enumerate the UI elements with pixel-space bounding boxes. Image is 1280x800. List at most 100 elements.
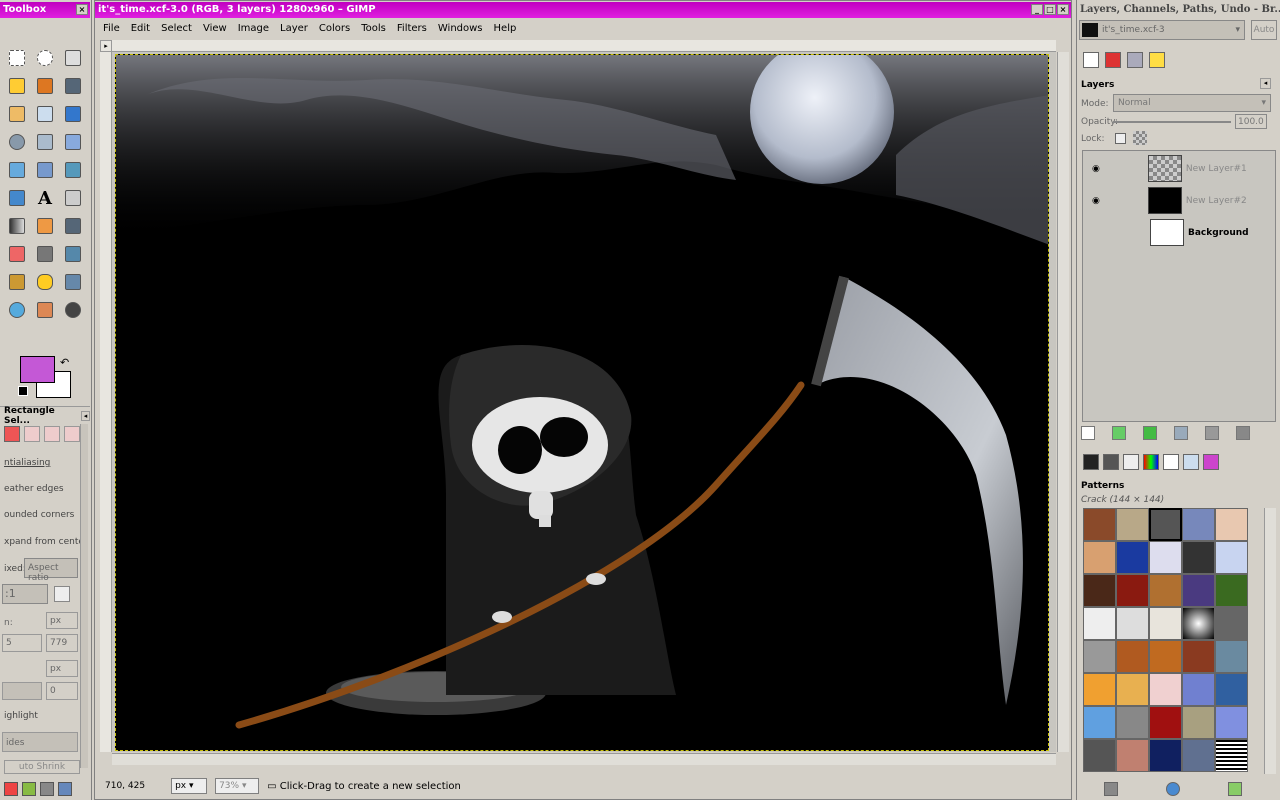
text-tool[interactable]: A <box>31 184 59 212</box>
delete-pattern-icon[interactable] <box>1104 782 1118 796</box>
foreground-color-swatch[interactable] <box>20 356 55 383</box>
menu-colors[interactable]: Colors <box>319 23 350 34</box>
maximize-icon[interactable]: □ <box>1044 4 1056 15</box>
default-colors-icon[interactable] <box>18 386 28 396</box>
horizontal-ruler[interactable] <box>112 40 1056 52</box>
menu-select[interactable]: Select <box>161 23 192 34</box>
brushes-tab-icon[interactable] <box>1083 454 1099 470</box>
guides-select[interactable]: ides <box>2 732 78 752</box>
pattern-swatch[interactable] <box>1149 706 1182 739</box>
canvas-area[interactable] <box>112 52 1056 752</box>
iscissors-tool[interactable] <box>31 100 59 128</box>
open-pattern-icon[interactable] <box>1228 782 1242 796</box>
pattern-swatch[interactable] <box>1182 706 1215 739</box>
size-unit-select[interactable]: px <box>46 660 78 677</box>
tab-undo[interactable] <box>1149 52 1165 68</box>
ink-tool[interactable] <box>59 240 87 268</box>
patterns-scrollbar[interactable] <box>1264 508 1276 774</box>
pattern-swatch[interactable] <box>1083 706 1116 739</box>
pattern-swatch[interactable] <box>1083 508 1116 541</box>
auto-button[interactable]: Auto <box>1251 20 1277 40</box>
anchor-layer-icon[interactable] <box>1205 426 1219 440</box>
pattern-swatch[interactable] <box>1149 607 1182 640</box>
aspect-ratio-select[interactable]: Aspect ratio <box>24 558 78 583</box>
eraser-tool[interactable] <box>3 240 31 268</box>
ratio-field[interactable]: :1 <box>2 584 48 604</box>
tab-channels[interactable] <box>1105 52 1121 68</box>
opacity-field[interactable]: 100.0 <box>1235 114 1267 129</box>
size-h-field[interactable]: 0 <box>46 682 78 700</box>
menu-edit[interactable]: Edit <box>131 23 150 34</box>
menu-filters[interactable]: Filters <box>397 23 427 34</box>
menu-image[interactable]: Image <box>238 23 269 34</box>
pattern-swatch[interactable] <box>1215 607 1248 640</box>
zoom-select[interactable]: 73% ▾ <box>215 778 260 794</box>
move-tool[interactable] <box>59 100 87 128</box>
pattern-swatch[interactable] <box>1215 739 1248 772</box>
pattern-swatch[interactable] <box>1149 739 1182 772</box>
pattern-swatch[interactable] <box>1116 541 1149 574</box>
pattern-swatch[interactable] <box>1116 607 1149 640</box>
menu-arrow-icon[interactable]: ▸ <box>100 40 112 52</box>
fonts-tab-icon[interactable] <box>1163 454 1179 470</box>
tab-menu-icon[interactable]: ◂ <box>1260 78 1271 89</box>
replace-mode-button[interactable] <box>4 426 20 442</box>
rect-select-tool[interactable] <box>3 44 31 72</box>
layer-row[interactable]: ◉ New Layer#2 <box>1084 185 1279 216</box>
rounded-corners-option[interactable]: ounded corners <box>4 510 74 520</box>
menu-file[interactable]: File <box>103 23 120 34</box>
highlight-option[interactable]: ighlight <box>4 711 38 721</box>
pattern-swatch[interactable] <box>1215 673 1248 706</box>
refresh-patterns-icon[interactable] <box>1166 782 1180 796</box>
menu-help[interactable]: Help <box>494 23 517 34</box>
pattern-swatch[interactable] <box>1116 508 1149 541</box>
delete-options-icon[interactable] <box>40 782 54 796</box>
airbrush-tool[interactable] <box>31 240 59 268</box>
paintbrush-tool[interactable] <box>59 212 87 240</box>
pattern-swatch[interactable] <box>1215 640 1248 673</box>
pattern-swatch[interactable] <box>1182 508 1215 541</box>
swap-colors-icon[interactable]: ↶ <box>60 356 69 369</box>
pattern-swatch[interactable] <box>1182 673 1215 706</box>
add-mode-button[interactable] <box>24 426 40 442</box>
portrait-toggle-icon[interactable] <box>54 586 70 602</box>
duplicate-layer-icon[interactable] <box>1174 426 1188 440</box>
pencil-tool[interactable] <box>31 212 59 240</box>
reset-options-icon[interactable] <box>58 782 72 796</box>
color-select-tool[interactable] <box>31 72 59 100</box>
pattern-swatch[interactable] <box>1215 508 1248 541</box>
pattern-swatch[interactable] <box>1182 739 1215 772</box>
pattern-swatch[interactable] <box>1116 640 1149 673</box>
pattern-swatch[interactable] <box>1083 541 1116 574</box>
lower-layer-icon[interactable] <box>1143 426 1157 440</box>
perspective-clone-tool[interactable] <box>59 268 87 296</box>
layer-row[interactable]: Background <box>1084 217 1279 248</box>
lock-pixels-checkbox[interactable] <box>1115 133 1126 144</box>
vertical-scrollbar[interactable] <box>1057 52 1069 752</box>
mode-select[interactable]: Normal ▾ <box>1113 94 1271 112</box>
crop-tool[interactable] <box>59 128 87 156</box>
clone-tool[interactable] <box>3 268 31 296</box>
gradients-tab-icon[interactable] <box>1123 454 1139 470</box>
lock-alpha-icon[interactable] <box>1133 131 1147 145</box>
pattern-swatch[interactable] <box>1182 607 1215 640</box>
pattern-swatch[interactable] <box>1116 739 1149 772</box>
menu-layer[interactable]: Layer <box>280 23 308 34</box>
position-x-field[interactable]: 5 <box>2 634 42 652</box>
pattern-swatch[interactable] <box>1149 574 1182 607</box>
lasso-tool[interactable] <box>59 44 87 72</box>
tool-options-scrollbar[interactable] <box>80 424 88 768</box>
vertical-ruler[interactable] <box>100 52 112 752</box>
horizontal-scrollbar[interactable] <box>112 753 1056 765</box>
pattern-swatch[interactable] <box>1116 673 1149 706</box>
close-icon[interactable]: × <box>76 4 88 15</box>
opacity-slider[interactable] <box>1113 121 1231 123</box>
tab-paths[interactable] <box>1127 52 1143 68</box>
pattern-swatch[interactable] <box>1083 640 1116 673</box>
pattern-swatch[interactable] <box>1215 706 1248 739</box>
pattern-swatch[interactable] <box>1182 640 1215 673</box>
bucket-fill-tool[interactable] <box>59 184 87 212</box>
minimize-icon[interactable]: _ <box>1031 4 1043 15</box>
pattern-swatch[interactable] <box>1116 574 1149 607</box>
position-y-field[interactable]: 779 <box>46 634 78 652</box>
